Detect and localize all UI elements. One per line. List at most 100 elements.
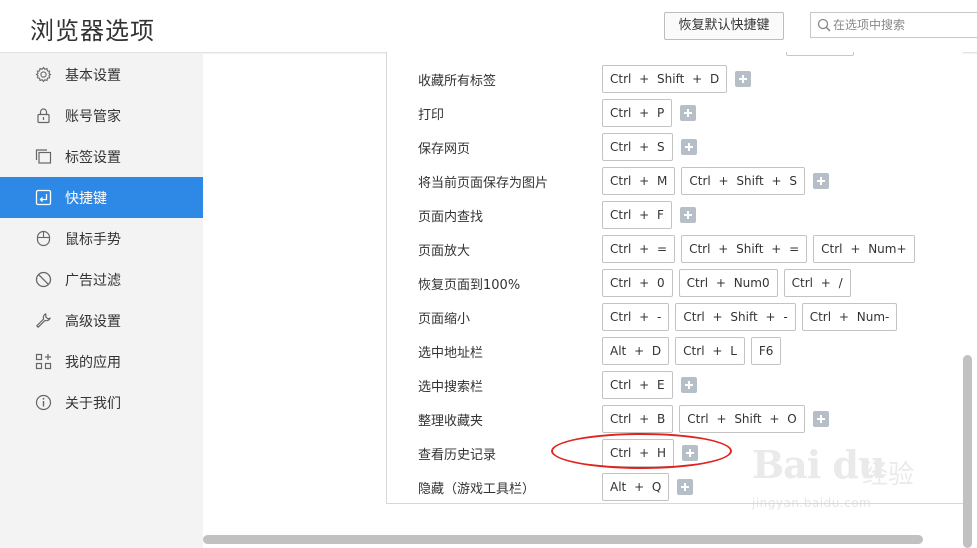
mouse-icon <box>36 230 51 247</box>
shortcut-label: 收藏所有标签 <box>418 74 497 89</box>
tabs-icon <box>35 149 52 164</box>
horizontal-scrollbar-thumb[interactable] <box>203 535 923 544</box>
shortcut-label: 查看历史记录 <box>418 448 497 463</box>
shortcut-row: 页面放大 Ctrl + = Ctrl + Shift + = Ctrl + Num+ <box>387 234 964 264</box>
shortcut-key-box[interactable]: Ctrl + F <box>602 201 672 229</box>
sidebar-item-mouse-gestures[interactable]: 鼠标手势 <box>0 218 203 259</box>
sidebar-item-label: 关于我们 <box>65 396 121 412</box>
shortcut-key-box[interactable]: Ctrl + Shift + S <box>681 167 806 195</box>
add-shortcut-icon[interactable] <box>679 207 696 223</box>
search-box[interactable] <box>810 12 977 38</box>
shortcut-key-box[interactable]: Ctrl + E <box>602 371 673 399</box>
shortcut-key-box[interactable]: Ctrl + B <box>602 405 674 433</box>
shortcut-key-box[interactable]: Ctrl + Shift + O <box>679 405 805 433</box>
shortcut-keys: Ctrl + P <box>602 98 697 128</box>
shortcut-keys: Ctrl + 0 Ctrl + Num0 Ctrl + / <box>602 268 857 298</box>
shortcut-row: 选中搜索栏 Ctrl + E <box>387 370 964 400</box>
shortcut-keys: Alt + D Ctrl + L F6 <box>602 336 787 366</box>
shortcut-row: 将当前页面保存为图片 Ctrl + M Ctrl + Shift + S <box>387 166 964 196</box>
shortcut-label: 隐藏（游戏工具栏） <box>418 482 536 497</box>
sidebar-item-advanced[interactable]: 高级设置 <box>0 300 203 341</box>
apps-icon <box>35 353 52 370</box>
shortcut-row: 收藏所有标签 Ctrl + Shift + D <box>387 64 964 94</box>
shortcut-label: 恢复页面到100% <box>418 278 521 293</box>
shortcut-key-box[interactable]: Ctrl + / <box>783 269 851 297</box>
shortcut-keys: Ctrl + M Ctrl + Shift + S <box>602 166 830 196</box>
sidebar-item-label: 快捷键 <box>65 191 107 207</box>
shortcut-key-box[interactable]: Ctrl + S <box>602 133 673 161</box>
shortcut-list: 收藏所有标签 Ctrl + Shift + D 打印 Ctrl + P 保存网页 Ctrl… <box>386 52 963 504</box>
add-shortcut-icon[interactable] <box>812 411 829 427</box>
add-shortcut-icon[interactable] <box>677 479 694 495</box>
shortcut-keys: Ctrl + B Ctrl + Shift + O <box>602 404 829 434</box>
search-input[interactable] <box>833 14 973 36</box>
shortcut-keys: Alt + Q <box>602 472 694 502</box>
shortcut-key-box[interactable]: F6 <box>750 337 782 365</box>
shortcut-row: 隐藏（游戏工具栏） Alt + Q <box>387 472 964 502</box>
shortcut-key-box[interactable]: Ctrl + H <box>602 439 675 467</box>
sidebar-item-label: 我的应用 <box>65 355 121 371</box>
sidebar-item-ad-filter[interactable]: 广告过滤 <box>0 259 203 300</box>
shortcut-key-box[interactable]: Ctrl + - <box>602 303 670 331</box>
shortcut-row: 保存网页 Ctrl + S <box>387 132 964 162</box>
shortcut-key-box[interactable]: Ctrl + 0 <box>602 269 673 297</box>
add-shortcut-icon[interactable] <box>682 445 699 461</box>
shortcut-key-box[interactable]: Ctrl + Shift + = <box>681 235 808 263</box>
shortcut-key-box[interactable]: Ctrl + L <box>675 337 745 365</box>
add-shortcut-icon[interactable] <box>680 377 697 393</box>
shortcut-keys: Ctrl + - Ctrl + Shift + - Ctrl + Num- <box>602 302 903 332</box>
shortcut-settings-content: 收藏所有标签 Ctrl + Shift + D 打印 Ctrl + P 保存网页 Ctrl… <box>203 52 977 548</box>
shortcut-key-box[interactable]: Ctrl + M <box>602 167 676 195</box>
add-shortcut-icon[interactable] <box>680 139 697 155</box>
page-title: 浏览器选项 <box>30 17 155 45</box>
sidebar-item-label: 账号管家 <box>65 109 121 125</box>
gear-icon <box>35 66 52 83</box>
shortcut-key-box[interactable]: Ctrl + P <box>602 99 673 127</box>
shortcut-label: 保存网页 <box>418 142 471 157</box>
shortcut-label: 页面缩小 <box>418 312 471 327</box>
shortcut-key-box[interactable]: Ctrl + Shift + - <box>675 303 796 331</box>
shortcut-keys: Ctrl + E <box>602 370 697 400</box>
shortcut-label: 选中地址栏 <box>418 346 484 361</box>
shortcut-row: 打印 Ctrl + P <box>387 98 964 128</box>
shortcut-label: 页面内查找 <box>418 210 484 225</box>
lock-icon <box>37 108 50 124</box>
restore-defaults-button[interactable]: 恢复默认快捷键 <box>664 12 784 40</box>
shortcut-label: 整理收藏夹 <box>418 414 484 429</box>
sidebar: 基本设置 账号管家 标签设置 快捷键 鼠标手势 广告过滤 高级设置 我的应用 关… <box>0 54 211 548</box>
sidebar-item-account[interactable]: 账号管家 <box>0 95 203 136</box>
header: 浏览器选项 恢复默认快捷键 <box>0 0 977 53</box>
shortcut-keys: Ctrl + H <box>602 438 699 468</box>
sidebar-item-label: 高级设置 <box>65 314 121 330</box>
shortcut-key-box[interactable]: Ctrl + Shift + D <box>602 65 728 93</box>
wrench-icon <box>36 313 51 328</box>
sidebar-item-tabs[interactable]: 标签设置 <box>0 136 203 177</box>
sidebar-item-label: 基本设置 <box>65 68 121 84</box>
shortcut-label: 打印 <box>418 108 445 123</box>
shortcut-key-box[interactable]: Ctrl + = <box>602 235 676 263</box>
add-shortcut-icon[interactable] <box>735 71 752 87</box>
shortcut-keys: Ctrl + S <box>602 132 697 162</box>
shortcut-key-box[interactable]: Ctrl + Num+ <box>813 235 915 263</box>
add-shortcut-icon[interactable] <box>680 105 697 121</box>
shortcut-key-box[interactable]: Alt + Q <box>602 473 670 501</box>
sidebar-item-about[interactable]: 关于我们 <box>0 382 203 423</box>
shortcut-key-box[interactable]: Alt + D <box>602 337 670 365</box>
vertical-scrollbar-thumb[interactable] <box>963 355 972 548</box>
sidebar-item-my-apps[interactable]: 我的应用 <box>0 341 203 382</box>
shortcut-keys: Ctrl + Shift + D <box>602 64 752 94</box>
info-icon <box>35 394 52 411</box>
shortcut-key-box[interactable]: Ctrl + Num- <box>801 303 898 331</box>
shortcut-label: 选中搜索栏 <box>418 380 484 395</box>
shortcut-icon <box>35 189 52 206</box>
sidebar-item-shortcuts[interactable]: 快捷键 <box>0 177 211 218</box>
shortcut-key-partial[interactable] <box>786 52 854 56</box>
shortcut-row: 恢复页面到100% Ctrl + 0 Ctrl + Num0 Ctrl + / <box>387 268 964 298</box>
block-icon <box>35 271 52 288</box>
shortcut-key-box[interactable]: Ctrl + Num0 <box>678 269 778 297</box>
shortcut-row: 选中地址栏 Alt + D Ctrl + L F6 <box>387 336 964 366</box>
sidebar-item-label: 广告过滤 <box>65 273 121 289</box>
shortcut-label: 将当前页面保存为图片 <box>418 176 549 191</box>
sidebar-item-basic[interactable]: 基本设置 <box>0 54 203 95</box>
add-shortcut-icon[interactable] <box>813 173 830 189</box>
